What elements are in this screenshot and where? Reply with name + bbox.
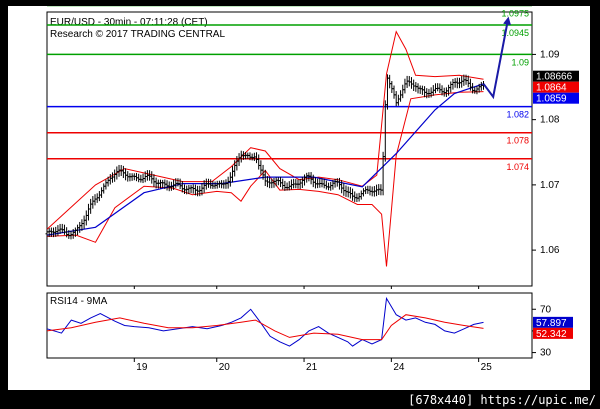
- level-label: 1.074: [506, 162, 529, 172]
- level-label: 1.082: [506, 110, 529, 120]
- rsi-y-tick-label: 30: [540, 348, 552, 359]
- chart-title: EUR/USD - 30min - 07:11:28 (CET): [50, 17, 208, 28]
- chart-canvas: EUR/USD - 30min - 07:11:28 (CET)Research…: [45, 6, 579, 373]
- x-tick-label: 20: [219, 362, 231, 373]
- rsi-series-rsi14: [46, 296, 484, 347]
- bollinger-upper: [46, 30, 484, 230]
- chart-frame: EUR/USD - 30min - 07:11:28 (CET) Research…: [8, 6, 590, 390]
- rsi-plot-border: [46, 292, 533, 359]
- y-tick-label: 1.08: [540, 115, 560, 126]
- price-tag-label: 1.0859: [536, 94, 567, 105]
- rsi-series-9ma: [46, 314, 484, 341]
- level-label: 1.078: [506, 136, 529, 146]
- rsi-tag-label: 52.342: [536, 329, 567, 340]
- footer-caption: [678x440] https://upic.me/: [408, 393, 596, 407]
- x-tick-label: 24: [393, 362, 405, 373]
- y-tick-label: 1.06: [540, 245, 560, 256]
- x-tick-label: 21: [306, 362, 318, 373]
- level-label: 1.0975: [501, 8, 529, 18]
- chart-subtitle: Research © 2017 TRADING CENTRAL: [50, 29, 225, 40]
- rsi-y-tick-label: 70: [540, 304, 552, 315]
- rsi-tag-label: 57.897: [536, 318, 567, 329]
- rsi-title: RSI14 - 9MA: [50, 296, 108, 307]
- level-label: 1.09: [511, 57, 529, 67]
- y-tick-label: 1.09: [540, 49, 560, 60]
- x-tick-label: 25: [481, 362, 493, 373]
- main-plot-border: [46, 11, 533, 287]
- y-tick-label: 1.07: [540, 180, 560, 191]
- price-tag-label: 1.0864: [536, 83, 567, 94]
- x-tick-label: 19: [136, 362, 148, 373]
- price-tag-label: 1.08666: [536, 72, 573, 83]
